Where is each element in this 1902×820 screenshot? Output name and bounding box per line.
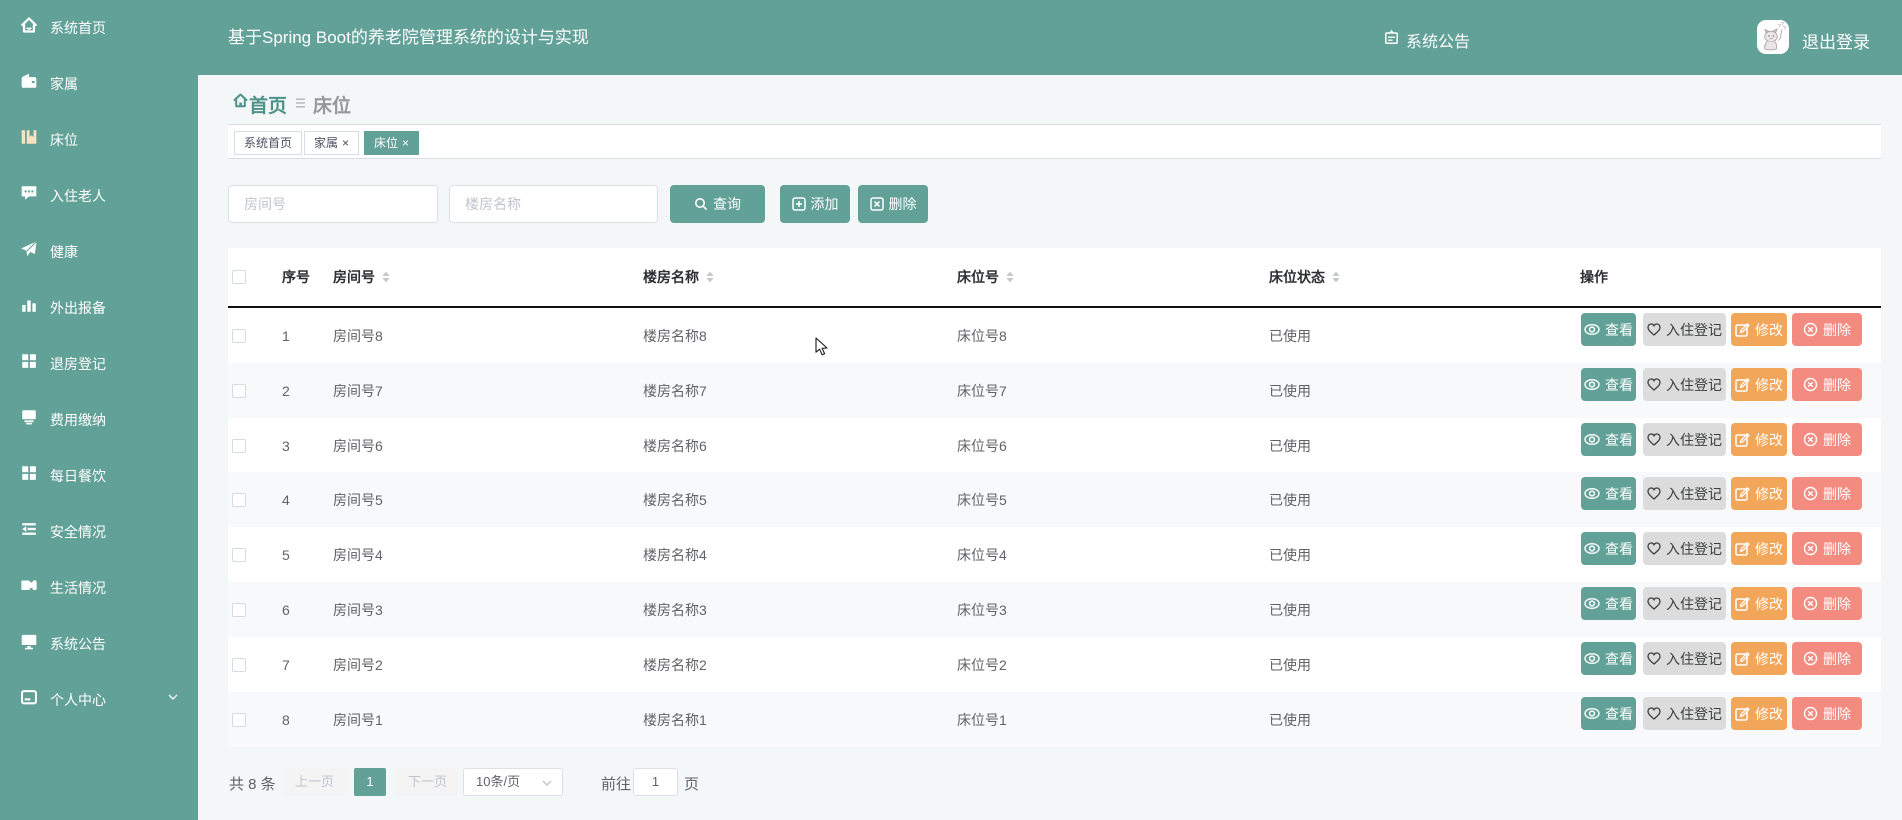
svg-text:?: ? (1783, 26, 1786, 32)
